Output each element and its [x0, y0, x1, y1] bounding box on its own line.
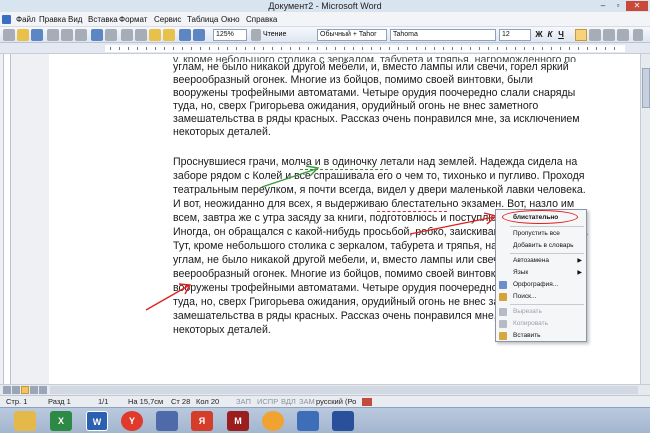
ignore-all-menu-item[interactable]: Пропустить все	[496, 228, 586, 240]
app-icon[interactable]	[332, 411, 354, 431]
red-arrow-left	[145, 283, 192, 311]
submenu-arrow-icon: ▶	[577, 270, 582, 276]
media-icon[interactable]	[156, 411, 178, 431]
vertical-scrollbar[interactable]	[640, 54, 650, 384]
copy-menu-item[interactable]: Копировать	[496, 318, 586, 330]
taskbar: X W Y Я M	[0, 407, 650, 433]
language-label: Язык	[513, 269, 529, 276]
horizontal-scroll-area	[0, 384, 650, 395]
cut-icon	[499, 308, 507, 316]
red-arrow-menu	[409, 212, 498, 235]
paint-icon[interactable]	[297, 411, 319, 431]
add-to-dictionary-label: Добавить в словарь	[513, 242, 574, 249]
copy-label: Копировать	[513, 320, 548, 327]
spelling-menu-item[interactable]: Орфография...	[496, 279, 586, 291]
yandex-icon[interactable]: Я	[191, 411, 213, 431]
word-icon[interactable]: W	[86, 411, 108, 431]
spelling-status-icon[interactable]	[362, 398, 372, 406]
green-arrow	[261, 165, 320, 188]
paste-label: Вставить	[513, 332, 541, 339]
ignore-all-label: Пропустить все	[513, 230, 560, 237]
print-view-icon[interactable]	[21, 386, 29, 394]
language-menu-item[interactable]: Язык ▶	[496, 267, 586, 279]
yandex-browser-icon[interactable]: Y	[121, 411, 143, 431]
add-to-dictionary-menu-item[interactable]: Добавить в словарь	[496, 240, 586, 252]
normal-view-icon[interactable]	[3, 386, 11, 394]
lookup-menu-item[interactable]: Поиск...	[496, 291, 586, 303]
app-icon[interactable]	[262, 411, 284, 431]
spelling-label: Орфография...	[513, 281, 559, 288]
horizontal-scrollbar[interactable]	[50, 386, 638, 394]
lookup-label: Поиск...	[513, 293, 537, 300]
cut-menu-item[interactable]: Вырезать	[496, 306, 586, 318]
suggestion-highlight-ellipse	[502, 210, 578, 224]
status-bar: Стр. 1 Разд 1 1/1 На 15,7см Ст 28 Кол 20…	[0, 395, 650, 407]
lookup-icon	[499, 293, 507, 301]
excel-icon[interactable]: X	[50, 411, 72, 431]
spelling-check-icon	[499, 281, 507, 289]
scrollbar-thumb[interactable]	[642, 68, 650, 108]
autocorrect-menu-item[interactable]: Автозамена ▶	[496, 255, 586, 267]
cut-label: Вырезать	[513, 308, 542, 315]
copy-icon	[499, 320, 507, 328]
submenu-arrow-icon: ▶	[577, 258, 582, 264]
web-view-icon[interactable]	[12, 386, 20, 394]
file-explorer-icon[interactable]	[14, 411, 36, 431]
reading-view-icon[interactable]	[39, 386, 47, 394]
outline-view-icon[interactable]	[30, 386, 38, 394]
autocorrect-label: Автозамена	[513, 257, 549, 264]
paste-icon	[499, 332, 507, 340]
paste-menu-item[interactable]: Вставить	[496, 330, 586, 342]
spelling-context-menu: блистательно Пропустить все Добавить в с…	[495, 209, 587, 342]
antivirus-icon[interactable]: M	[227, 411, 249, 431]
